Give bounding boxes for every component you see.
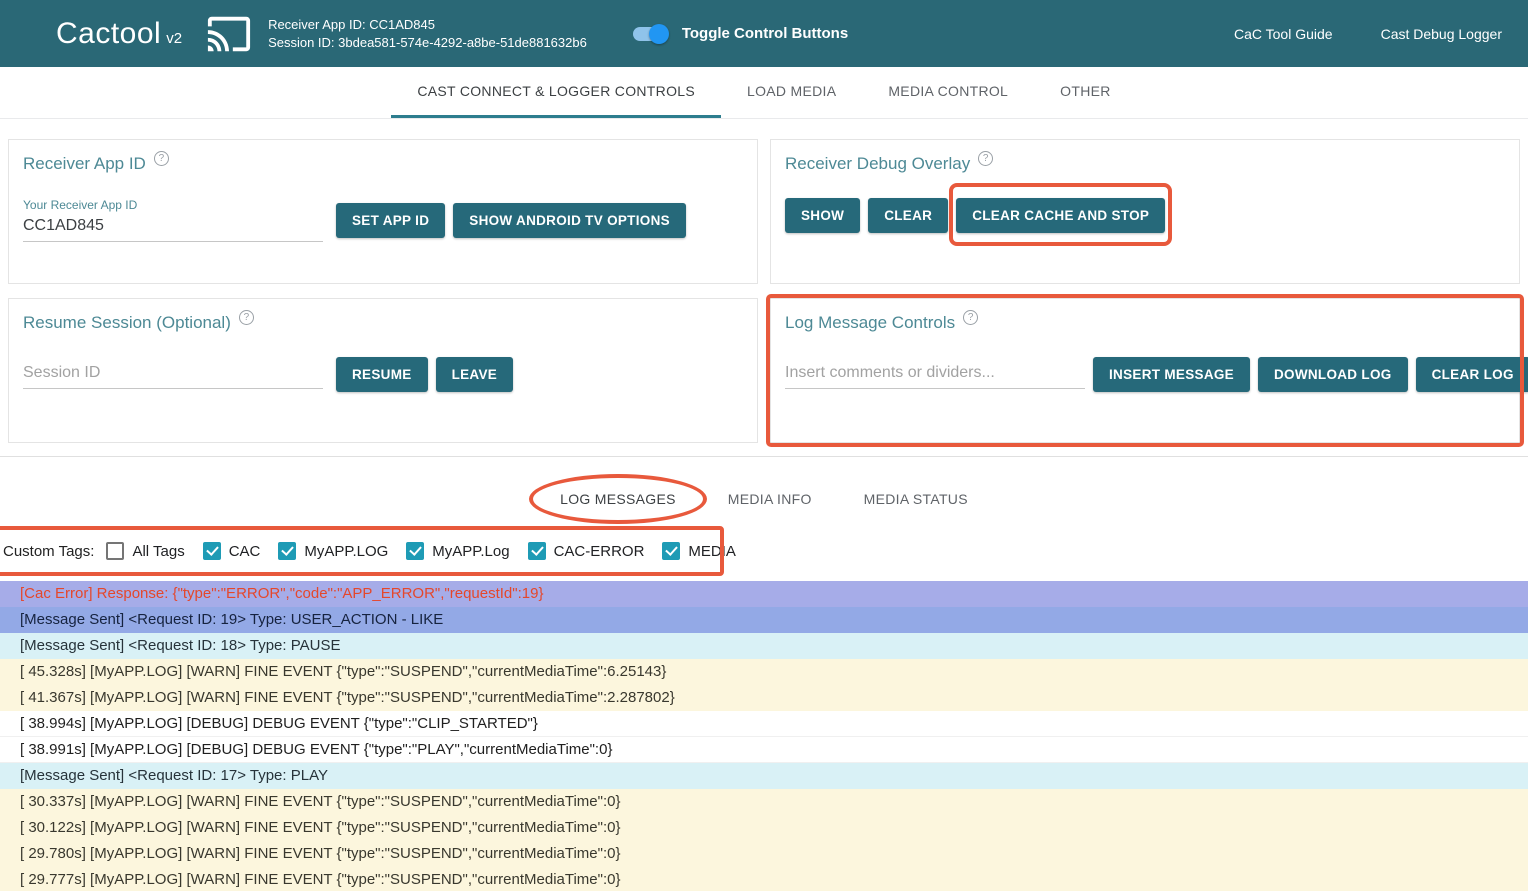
tab-media-info[interactable]: MEDIA INFO [702,479,838,519]
link-cast-debug-logger[interactable]: Cast Debug Logger [1381,26,1502,42]
tab-load-media[interactable]: LOAD MEDIA [721,67,862,118]
receiver-app-id-text: Receiver App ID: CC1AD845 [268,16,587,34]
tab-log-messages[interactable]: LOG MESSAGES [534,479,702,519]
session-id-input[interactable] [23,360,323,389]
clear-cache-ring-wrap: CLEAR CACHE AND STOP [956,198,1165,233]
log-row: [ 38.994s] [MyAPP.LOG] [DEBUG] DEBUG EVE… [0,711,1528,737]
cast-icon [206,11,252,57]
tag-all-tags[interactable]: All Tags [106,542,184,560]
link-cac-tool-guide[interactable]: CaC Tool Guide [1234,26,1333,42]
app-title: Cactool [56,17,161,51]
receiver-app-id-input-label: Your Receiver App ID [23,198,323,212]
insert-message-button[interactable]: INSERT MESSAGE [1093,357,1250,392]
panel-receiver-debug-overlay: Receiver Debug Overlay ? SHOW CLEAR CLEA… [770,139,1520,284]
panel-title-row: Receiver Debug Overlay ? [785,154,1505,174]
log-row: [ 45.328s] [MyAPP.LOG] [WARN] FINE EVENT… [0,659,1528,685]
panel-resume-session-title: Resume Session (Optional) [23,313,231,333]
log-messages-list: [Cac Error] Response: {"type":"ERROR","c… [0,581,1528,891]
panel-log-message-controls-title: Log Message Controls [785,313,955,333]
help-icon[interactable]: ? [978,151,993,166]
clear-cache-and-stop-button[interactable]: CLEAR CACHE AND STOP [956,198,1165,233]
tag-label: MyAPP.Log [432,543,509,560]
log-row: [Message Sent] <Request ID: 17> Type: PL… [0,763,1528,789]
log-row: [ 29.780s] [MyAPP.LOG] [WARN] FINE EVENT… [0,841,1528,867]
panel-body: RESUME LEAVE [23,357,743,392]
log-row: [Cac Error] Response: {"type":"ERROR","c… [0,581,1528,607]
control-panels: Receiver App ID ? Your Receiver App ID S… [0,119,1528,443]
log-comment-input-group [785,360,1085,389]
log-row: [Message Sent] <Request ID: 19> Type: US… [0,607,1528,633]
checkbox-myapp-log[interactable] [406,542,424,560]
tag-label: CAC-ERROR [554,543,645,560]
tag-media[interactable]: MEDIA [662,542,736,560]
checkbox-myapp-log[interactable] [278,542,296,560]
tag-label: MEDIA [688,543,736,560]
panel-receiver-app-id-title: Receiver App ID [23,154,146,174]
checkbox-cac[interactable] [203,542,221,560]
app-logo: Cactool v2 [56,17,182,51]
panel-title-row: Resume Session (Optional) ? [23,313,743,333]
log-row: [ 30.122s] [MyAPP.LOG] [WARN] FINE EVENT… [0,815,1528,841]
tag-myapp-log[interactable]: MyAPP.Log [406,542,509,560]
show-overlay-button[interactable]: SHOW [785,198,860,233]
help-icon[interactable]: ? [154,151,169,166]
receiver-app-id-input[interactable] [23,213,323,242]
log-row: [ 30.337s] [MyAPP.LOG] [WARN] FINE EVENT… [0,789,1528,815]
log-row: [ 38.991s] [MyAPP.LOG] [DEBUG] DEBUG EVE… [0,737,1528,763]
app-version: v2 [166,30,182,47]
main-tabs: CAST CONNECT & LOGGER CONTROLSLOAD MEDIA… [0,67,1528,119]
log-row: [ 29.777s] [MyAPP.LOG] [WARN] FINE EVENT… [0,867,1528,891]
annotation-log-messages-ellipse [529,474,707,524]
custom-tags-label: Custom Tags: [3,543,94,560]
session-id-input-group [23,360,323,389]
help-icon[interactable]: ? [963,310,978,325]
tag-cac-error[interactable]: CAC-ERROR [528,542,645,560]
tag-myapp-log[interactable]: MyAPP.LOG [278,542,388,560]
toggle-label: Toggle Control Buttons [682,25,848,42]
checkbox-cac-error[interactable] [528,542,546,560]
tab-media-control[interactable]: MEDIA CONTROL [862,67,1034,118]
tab-cast-connect-logger-controls[interactable]: CAST CONNECT & LOGGER CONTROLS [391,67,721,118]
resume-button[interactable]: RESUME [336,357,428,392]
leave-button[interactable]: LEAVE [436,357,514,392]
tab-other[interactable]: OTHER [1034,67,1137,118]
log-row: [Message Sent] <Request ID: 18> Type: PA… [0,633,1528,659]
checkbox-media[interactable] [662,542,680,560]
help-icon[interactable]: ? [239,310,254,325]
panel-title-row: Log Message Controls ? [785,313,1505,333]
panel-body: SHOW CLEAR CLEAR CACHE AND STOP [785,198,1505,233]
panel-receiver-debug-overlay-title: Receiver Debug Overlay [785,154,970,174]
log-tabs: LOG MESSAGESMEDIA INFOMEDIA STATUS [0,457,1528,523]
toggle-knob [649,24,669,44]
panel-title-row: Receiver App ID ? [23,154,743,174]
tag-label: MyAPP.LOG [304,543,388,560]
tag-label: CAC [229,543,261,560]
panel-resume-session: Resume Session (Optional) ? RESUME LEAVE [8,298,758,443]
tag-cac[interactable]: CAC [203,542,261,560]
checkbox-all-tags[interactable] [106,542,124,560]
header: Cactool v2 Receiver App ID: CC1AD845 Ses… [0,0,1528,67]
receiver-app-id-input-group: Your Receiver App ID [23,198,323,242]
panel-log-message-controls: Log Message Controls ? INSERT MESSAGE DO… [770,298,1520,443]
panel-receiver-app-id: Receiver App ID ? Your Receiver App ID S… [8,139,758,284]
clear-log-button[interactable]: CLEAR LOG [1416,357,1528,392]
show-android-tv-options-button[interactable]: SHOW ANDROID TV OPTIONS [453,203,686,238]
tag-label: All Tags [132,543,184,560]
download-log-button[interactable]: DOWNLOAD LOG [1258,357,1408,392]
session-info: Receiver App ID: CC1AD845 Session ID: 3b… [268,16,587,52]
panel-body: Your Receiver App ID SET APP ID SHOW AND… [23,198,743,242]
session-id-text: Session ID: 3bdea581-574e-4292-a8be-51de… [268,34,587,52]
clear-overlay-button[interactable]: CLEAR [868,198,948,233]
cactool-app: Cactool v2 Receiver App ID: CC1AD845 Ses… [0,0,1528,891]
control-buttons-toggle[interactable] [631,24,669,44]
tab-media-status[interactable]: MEDIA STATUS [838,479,994,519]
panel-body: INSERT MESSAGE DOWNLOAD LOG CLEAR LOG [785,357,1505,392]
custom-tags-bar: Custom Tags: All Tags CAC MyAPP.LOG MyAPP.L… [0,523,1528,579]
log-row: [ 41.367s] [MyAPP.LOG] [WARN] FINE EVENT… [0,685,1528,711]
set-app-id-button[interactable]: SET APP ID [336,203,445,238]
log-comment-input[interactable] [785,360,1085,389]
custom-tags-list: All Tags CAC MyAPP.LOG MyAPP.Log CAC-ERROR ME… [106,542,736,560]
